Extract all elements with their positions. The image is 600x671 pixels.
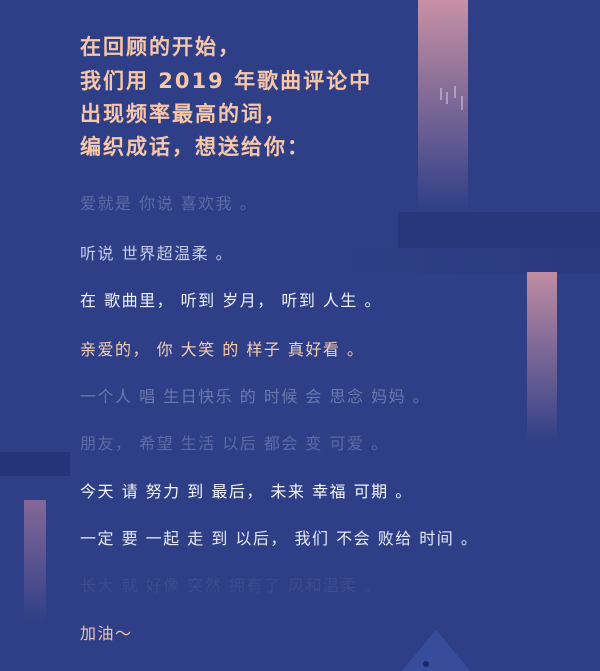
poem-line-1: 爱就是 你说 喜欢我 。	[80, 194, 258, 213]
poem-line-4: 亲爱的， 你 大笑 的 样子 真好看 。	[80, 340, 365, 359]
poem-line-5: 一个人 唱 生日快乐 的 时候 会 思念 妈妈 。	[80, 387, 431, 406]
poem-line-7: 今天 请 努力 到 最后， 未来 幸福 可期 。	[80, 482, 413, 501]
poem-line-2: 听说 世界超温柔 。	[80, 244, 234, 263]
poem-line-3: 在 歌曲里， 听到 岁月， 听到 人生 。	[80, 291, 383, 310]
heading-line-4: 编织成话，想送给你：	[80, 135, 310, 159]
poem-line-9: 长大 就 好像 突然 拥有了 风和温柔 。	[80, 576, 383, 595]
heading-line-2: 我们用 2019 年歌曲评论中	[80, 69, 373, 93]
heading-line-3: 出现频率最高的词，	[80, 102, 287, 126]
text-content: 在回顾的开始， 我们用 2019 年歌曲评论中 出现频率最高的词， 编织成话，想…	[0, 0, 600, 671]
poem-line-6: 朋友， 希望 生活 以后 都会 变 可爱 。	[80, 434, 389, 453]
heading-line-1: 在回顾的开始，	[80, 35, 241, 59]
poem-line-10: 加油～	[80, 624, 133, 643]
poem-line-8: 一定 要 一起 走 到 以后， 我们 不会 败给 时间 。	[80, 529, 479, 548]
